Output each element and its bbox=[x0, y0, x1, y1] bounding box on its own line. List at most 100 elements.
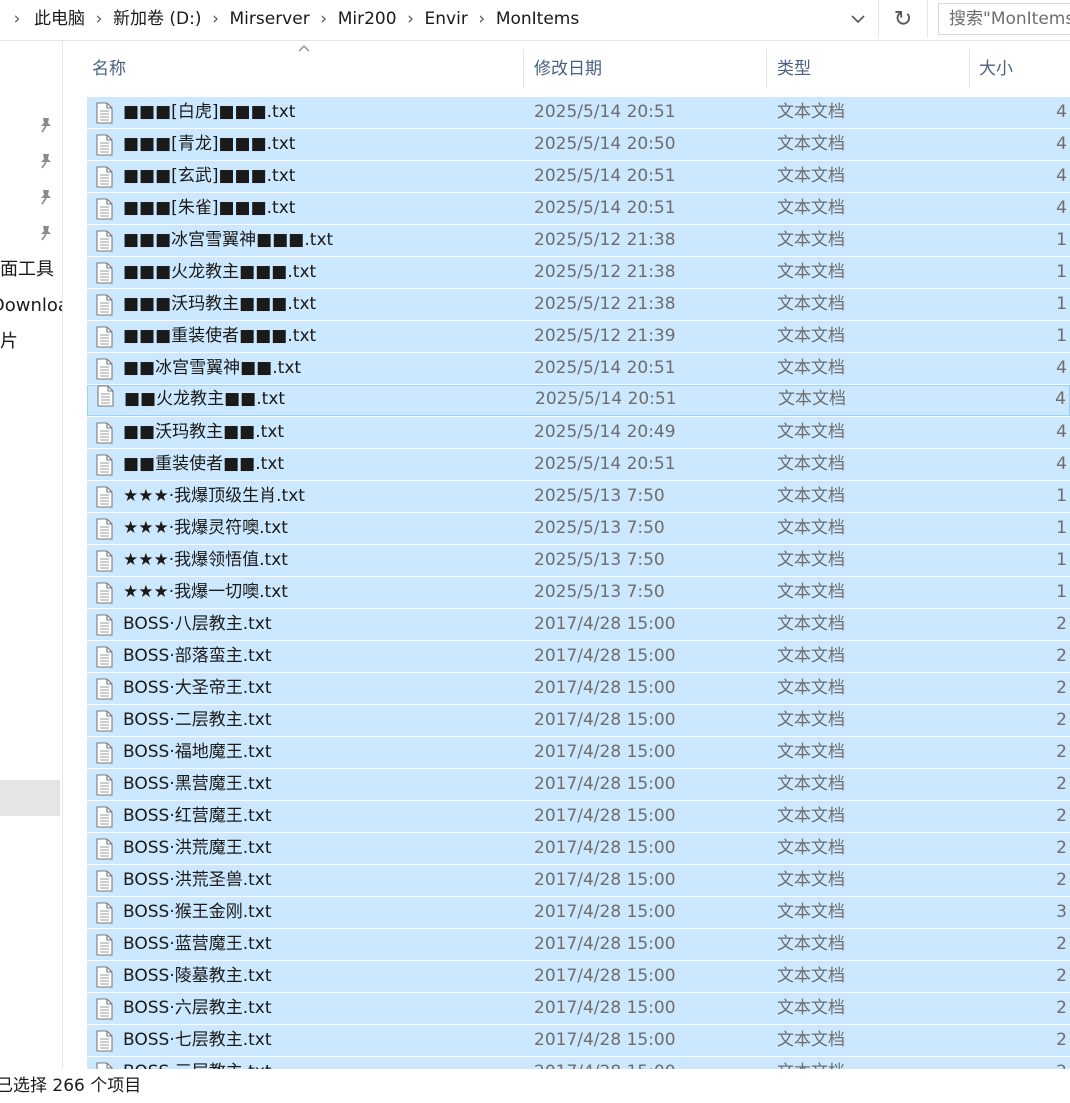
search-input[interactable] bbox=[939, 9, 1070, 29]
file-row[interactable]: BOSS·大圣帝王.txt 2017/4/28 15:00 文本文档 2 bbox=[87, 673, 1070, 704]
file-name: ■■■沃玛教主■■■.txt bbox=[123, 294, 317, 314]
file-date: 2017/4/28 15:00 bbox=[534, 614, 676, 634]
text-file-icon bbox=[94, 550, 114, 572]
chevron-right-icon[interactable]: › bbox=[397, 0, 425, 38]
file-row[interactable]: ★★★·我爆顶级生肖.txt 2025/5/13 7:50 文本文档 1 bbox=[87, 481, 1070, 512]
file-row[interactable]: ■■■[白虎]■■■.txt 2025/5/14 20:51 文本文档 4 bbox=[87, 97, 1070, 128]
chevron-right-icon[interactable]: › bbox=[0, 0, 34, 38]
file-date: 2017/4/28 15:00 bbox=[534, 806, 676, 826]
selection-count: 已选择 266 个项目 bbox=[0, 1076, 142, 1096]
file-row[interactable]: BOSS·蓝营魔王.txt 2017/4/28 15:00 文本文档 2 bbox=[87, 929, 1070, 960]
nav-item-photos[interactable]: 照片 bbox=[0, 328, 18, 356]
file-row[interactable]: BOSS·六层教主.txt 2017/4/28 15:00 文本文档 2 bbox=[87, 993, 1070, 1024]
file-name: BOSS·洪荒魔王.txt bbox=[123, 838, 272, 858]
file-size: 2 bbox=[1056, 1030, 1067, 1050]
file-row[interactable]: BOSS·黑营魔王.txt 2017/4/28 15:00 文本文档 2 bbox=[87, 769, 1070, 800]
column-divider[interactable] bbox=[523, 49, 524, 89]
file-row[interactable]: BOSS·洪荒圣兽.txt 2017/4/28 15:00 文本文档 2 bbox=[87, 865, 1070, 896]
breadcrumb-item[interactable]: MonItems bbox=[496, 0, 579, 38]
pin-icon[interactable] bbox=[38, 152, 54, 170]
file-type: 文本文档 bbox=[777, 646, 845, 666]
file-size: 2 bbox=[1056, 678, 1067, 698]
text-file-icon bbox=[94, 934, 114, 956]
column-divider[interactable] bbox=[969, 49, 970, 89]
file-row[interactable]: BOSS·七层教主.txt 2017/4/28 15:00 文本文档 2 bbox=[87, 1025, 1070, 1056]
file-row[interactable]: ■■重装使者■■.txt 2025/5/14 20:51 文本文档 4 bbox=[87, 449, 1070, 480]
breadcrumb-item[interactable]: Mir200 bbox=[338, 0, 397, 38]
file-row[interactable]: BOSS·福地魔王.txt 2017/4/28 15:00 文本文档 2 bbox=[87, 737, 1070, 768]
nav-item-task-download[interactable]: TaskDownload bbox=[0, 292, 62, 320]
file-size: 1 bbox=[1056, 262, 1067, 282]
file-name: ■■■[朱雀]■■■.txt bbox=[123, 198, 296, 218]
file-list: 名称 修改日期 类型 大小 ■■■[白虎]■■■.txt 2025/5/14 20… bbox=[63, 41, 1070, 1069]
text-file-icon bbox=[94, 614, 114, 636]
refresh-button[interactable]: ↻ bbox=[879, 0, 928, 38]
column-header-date[interactable]: 修改日期 bbox=[534, 56, 602, 82]
chevron-right-icon[interactable]: › bbox=[468, 0, 496, 38]
file-name: BOSS·六层教主.txt bbox=[123, 998, 272, 1018]
file-row[interactable]: ■■■[玄武]■■■.txt 2025/5/14 20:51 文本文档 4 bbox=[87, 161, 1070, 192]
file-row[interactable]: ■■■[青龙]■■■.txt 2025/5/14 20:50 文本文档 4 bbox=[87, 129, 1070, 160]
file-date: 2017/4/28 15:00 bbox=[534, 774, 676, 794]
file-row[interactable]: BOSS·八层教主.txt 2017/4/28 15:00 文本文档 2 bbox=[87, 609, 1070, 640]
file-date: 2017/4/28 15:00 bbox=[534, 742, 676, 762]
file-size: 2 bbox=[1056, 774, 1067, 794]
file-date: 2017/4/28 15:00 bbox=[534, 710, 676, 730]
breadcrumb-item[interactable]: 新加卷 (D:) bbox=[113, 0, 202, 38]
nav-item-selected[interactable] bbox=[0, 780, 60, 816]
file-row[interactable]: ■■沃玛教主■■.txt 2025/5/14 20:49 文本文档 4 bbox=[87, 417, 1070, 448]
file-row[interactable]: ★★★·我爆灵符噢.txt 2025/5/13 7:50 文本文档 1 bbox=[87, 513, 1070, 544]
text-file-icon bbox=[94, 710, 114, 732]
file-row[interactable]: ■■■沃玛教主■■■.txt 2025/5/12 21:38 文本文档 1 bbox=[87, 289, 1070, 320]
column-header-name[interactable]: 名称 bbox=[92, 56, 126, 82]
chevron-right-icon[interactable]: › bbox=[202, 0, 230, 38]
file-name: ■■重装使者■■.txt bbox=[123, 454, 285, 474]
nav-item-desktop-tools[interactable]: 桌面工具 bbox=[0, 256, 54, 284]
file-row[interactable]: BOSS·洪荒魔王.txt 2017/4/28 15:00 文本文档 2 bbox=[87, 833, 1070, 864]
breadcrumb-item[interactable]: Envir bbox=[425, 0, 468, 38]
file-size: 2 bbox=[1056, 998, 1067, 1018]
file-row[interactable]: BOSS·陵墓教主.txt 2017/4/28 15:00 文本文档 2 bbox=[87, 961, 1070, 992]
file-row[interactable]: ■■冰宫雪翼神■■.txt 2025/5/14 20:51 文本文档 4 bbox=[87, 353, 1070, 384]
column-divider[interactable] bbox=[766, 49, 767, 89]
file-date: 2025/5/14 20:49 bbox=[534, 422, 676, 442]
file-date: 2025/5/12 21:38 bbox=[534, 230, 676, 250]
file-date: 2025/5/13 7:50 bbox=[534, 582, 665, 602]
chevron-right-icon[interactable]: › bbox=[310, 0, 338, 38]
file-size: 1 bbox=[1056, 326, 1067, 346]
file-row[interactable]: ★★★·我爆一切噢.txt 2025/5/13 7:50 文本文档 1 bbox=[87, 577, 1070, 608]
search-box[interactable] bbox=[938, 3, 1070, 35]
file-row[interactable]: ■■火龙教主■■.txt 2025/5/14 20:51 文本文档 4 bbox=[87, 385, 1070, 416]
file-name: ■■火龙教主■■.txt bbox=[124, 389, 286, 409]
file-row[interactable]: BOSS·三层教主.txt 2017/4/28 15:00 文本文档 2 bbox=[87, 1057, 1070, 1069]
pin-icon[interactable] bbox=[38, 116, 54, 134]
chevron-right-icon[interactable]: › bbox=[85, 0, 113, 38]
file-date: 2017/4/28 15:00 bbox=[534, 1057, 764, 1069]
file-row[interactable]: ■■■冰宫雪翼神■■■.txt 2025/5/12 21:38 文本文档 1 bbox=[87, 225, 1070, 256]
file-row[interactable]: ■■■重装使者■■■.txt 2025/5/12 21:39 文本文档 1 bbox=[87, 321, 1070, 352]
file-type: 文本文档 bbox=[777, 582, 845, 602]
pin-icon[interactable] bbox=[38, 224, 54, 242]
file-row[interactable]: ★★★·我爆领悟值.txt 2025/5/13 7:50 文本文档 1 bbox=[87, 545, 1070, 576]
file-date: 2017/4/28 15:00 bbox=[534, 902, 676, 922]
text-file-icon bbox=[94, 486, 114, 508]
file-row[interactable]: BOSS·红营魔王.txt 2017/4/28 15:00 文本文档 2 bbox=[87, 801, 1070, 832]
file-row[interactable]: BOSS·部落蛮主.txt 2017/4/28 15:00 文本文档 2 bbox=[87, 641, 1070, 672]
breadcrumb-item[interactable]: 此电脑 bbox=[34, 0, 85, 38]
breadcrumb[interactable]: › 此电脑 › 新加卷 (D:) › Mirserver › Mir200 › … bbox=[0, 0, 840, 38]
pin-icon[interactable] bbox=[38, 188, 54, 206]
address-history-button[interactable] bbox=[838, 0, 879, 38]
chevron-down-icon bbox=[851, 15, 865, 24]
file-date: 2025/5/12 21:39 bbox=[534, 326, 676, 346]
breadcrumb-item[interactable]: Mirserver bbox=[230, 0, 310, 38]
file-row[interactable]: ■■■火龙教主■■■.txt 2025/5/12 21:38 文本文档 1 bbox=[87, 257, 1070, 288]
file-date: 2025/5/13 7:50 bbox=[534, 486, 665, 506]
column-header-type[interactable]: 类型 bbox=[777, 56, 811, 82]
file-name: BOSS·部落蛮主.txt bbox=[123, 646, 272, 666]
file-row[interactable]: ■■■[朱雀]■■■.txt 2025/5/14 20:51 文本文档 4 bbox=[87, 193, 1070, 224]
file-name: BOSS·大圣帝王.txt bbox=[123, 678, 272, 698]
file-row[interactable]: BOSS·猴王金刚.txt 2017/4/28 15:00 文本文档 3 bbox=[87, 897, 1070, 928]
file-type: 文本文档 bbox=[777, 614, 845, 634]
column-header-size[interactable]: 大小 bbox=[979, 56, 1013, 82]
file-row[interactable]: BOSS·二层教主.txt 2017/4/28 15:00 文本文档 2 bbox=[87, 705, 1070, 736]
